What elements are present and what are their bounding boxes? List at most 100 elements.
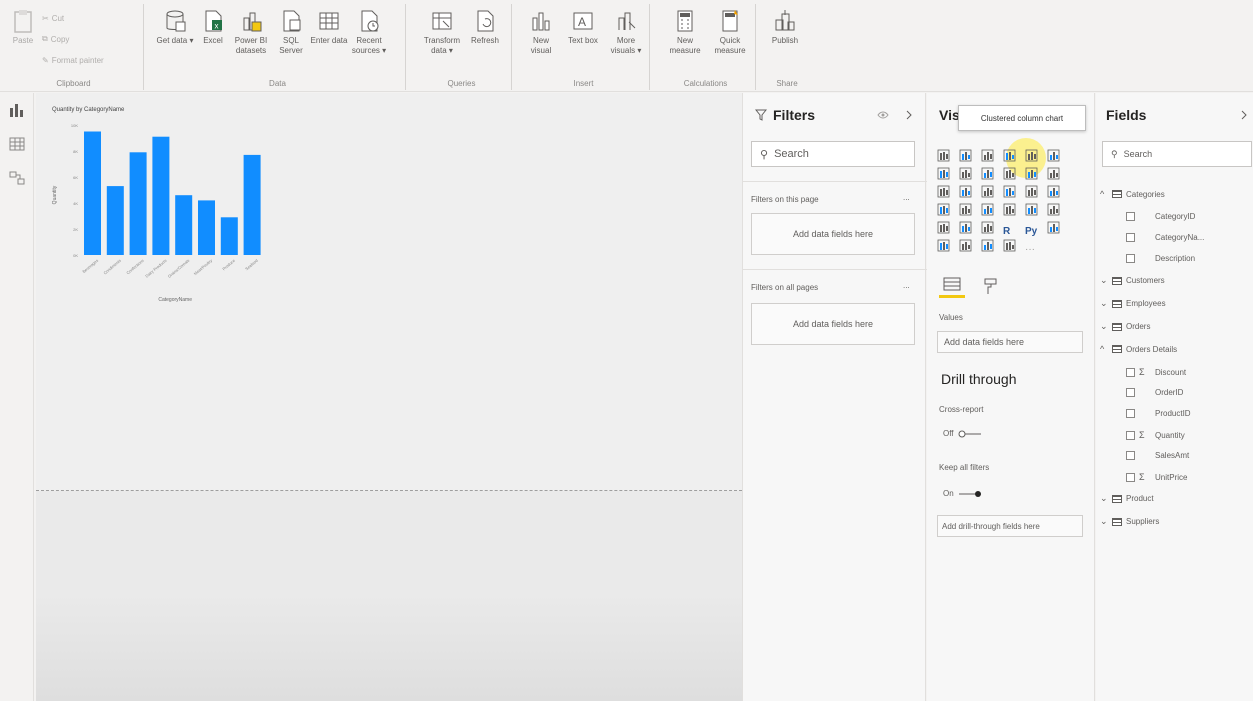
field-column-item[interactable]: OrderID bbox=[1126, 388, 1183, 397]
data-view-icon[interactable] bbox=[9, 137, 25, 151]
filled-map-icon[interactable] bbox=[959, 203, 972, 216]
funnel-chart-icon[interactable] bbox=[959, 185, 972, 198]
publish-button[interactable]: Publish bbox=[766, 8, 804, 46]
sql-server-button[interactable]: SQL Server bbox=[272, 8, 310, 56]
excel-button[interactable]: x Excel bbox=[194, 8, 232, 46]
r-visual-icon[interactable]: R bbox=[1003, 221, 1016, 237]
field-column-item[interactable]: Σ Discount bbox=[1126, 367, 1186, 377]
report-canvas[interactable]: Quantity by CategoryName Quantity 10K 8K 6K… bbox=[36, 93, 742, 701]
field-column-item[interactable]: ProductID bbox=[1126, 409, 1191, 418]
smart-narrative-icon[interactable] bbox=[981, 239, 994, 252]
keep-all-filters-toggle[interactable]: On bbox=[943, 489, 982, 498]
filters-all-pages-dropzone[interactable]: Add data fields here bbox=[751, 303, 915, 345]
stacked-area-chart-icon[interactable] bbox=[981, 167, 994, 180]
report-page[interactable]: Quantity by CategoryName Quantity 10K 8K 6K… bbox=[36, 93, 742, 491]
waterfall-chart-icon[interactable] bbox=[937, 185, 950, 198]
filters-all-pages-more[interactable]: ... bbox=[903, 281, 910, 290]
field-table-suppliers[interactable]: ⌄ Suppliers bbox=[1100, 516, 1159, 527]
chart-bar bbox=[175, 195, 193, 255]
power-bi-datasets-button[interactable]: Power BI datasets bbox=[232, 8, 270, 56]
multi-row-card-icon[interactable] bbox=[1025, 203, 1038, 216]
field-column-item[interactable]: CategoryID bbox=[1126, 212, 1195, 221]
field-checkbox[interactable] bbox=[1126, 388, 1135, 397]
field-checkbox[interactable] bbox=[1126, 254, 1135, 263]
100-stacked-bar-chart-icon[interactable] bbox=[1025, 149, 1038, 162]
stacked-bar-chart-icon[interactable] bbox=[937, 149, 950, 162]
cut-button[interactable]: ✂ Cut bbox=[42, 14, 64, 23]
map-icon[interactable] bbox=[937, 203, 950, 216]
field-column-item[interactable]: SalesAmt bbox=[1126, 451, 1189, 460]
text-box-button[interactable]: A Text box bbox=[564, 8, 602, 46]
field-checkbox[interactable] bbox=[1126, 430, 1135, 440]
report-view-icon[interactable] bbox=[9, 103, 25, 117]
field-checkbox[interactable] bbox=[1126, 409, 1135, 418]
qa-icon[interactable] bbox=[959, 239, 972, 252]
kpi-icon[interactable] bbox=[1047, 203, 1060, 216]
paginated-report-icon[interactable] bbox=[1003, 239, 1016, 252]
field-table-product[interactable]: ⌄ Product bbox=[1100, 493, 1154, 504]
pie-chart-icon[interactable] bbox=[1003, 185, 1016, 198]
clustered-bar-chart-icon[interactable] bbox=[981, 149, 994, 162]
field-column-item[interactable]: CategoryNa... bbox=[1126, 233, 1204, 242]
donut-chart-icon[interactable] bbox=[1025, 185, 1038, 198]
get-data-button[interactable]: Get data ▾ bbox=[156, 8, 194, 46]
table-visual-icon[interactable] bbox=[959, 221, 972, 234]
area-chart-icon[interactable] bbox=[959, 167, 972, 180]
decomposition-tree-icon[interactable] bbox=[937, 239, 950, 252]
filters-search-input[interactable]: ⚲ Search bbox=[751, 141, 915, 167]
quick-measure-button[interactable]: Quick measure bbox=[708, 8, 752, 56]
more-visuals-button[interactable]: More visuals ▾ bbox=[604, 8, 648, 56]
fields-tab-icon[interactable] bbox=[943, 277, 961, 293]
fields-search-input[interactable]: ⚲ Search bbox=[1102, 141, 1252, 167]
field-column-item[interactable]: Description bbox=[1126, 254, 1195, 263]
line-stacked-column-icon[interactable] bbox=[1025, 167, 1038, 180]
transform-data-button[interactable]: Transform data ▾ bbox=[420, 8, 464, 56]
more-visuals-icon[interactable]: ··· bbox=[1025, 239, 1038, 255]
format-painter-button[interactable]: ✎ Format painter bbox=[42, 56, 104, 65]
eye-icon[interactable] bbox=[877, 111, 889, 119]
model-view-icon[interactable] bbox=[9, 171, 25, 185]
line-clustered-column-icon[interactable] bbox=[1003, 167, 1016, 180]
field-column-item[interactable]: Σ UnitPrice bbox=[1126, 472, 1187, 482]
matrix-icon[interactable] bbox=[981, 221, 994, 234]
field-column-item[interactable]: Σ Quantity bbox=[1126, 430, 1185, 440]
enter-data-button[interactable]: Enter data bbox=[310, 8, 348, 46]
format-paint-roller-icon[interactable] bbox=[983, 277, 999, 295]
line-chart-icon[interactable] bbox=[937, 167, 950, 180]
field-checkbox[interactable] bbox=[1126, 212, 1135, 221]
field-table-customers[interactable]: ⌄ Customers bbox=[1100, 275, 1165, 286]
paste-button[interactable]: Paste bbox=[4, 8, 42, 46]
filters-on-page-more[interactable]: ... bbox=[903, 193, 910, 202]
field-table-categories[interactable]: ^ Categories bbox=[1100, 189, 1165, 199]
clustered-column-chart-icon[interactable] bbox=[1003, 149, 1016, 162]
slicer-icon[interactable] bbox=[937, 221, 950, 234]
gauge-icon[interactable] bbox=[981, 203, 994, 216]
field-checkbox[interactable] bbox=[1126, 233, 1135, 242]
clustered-column-chart[interactable]: Quantity 10K 8K 6K 4K 2K 0KBeverages Condiments… bbox=[50, 115, 310, 311]
field-table-employees[interactable]: ⌄ Employees bbox=[1100, 298, 1166, 309]
scatter-chart-icon[interactable] bbox=[981, 185, 994, 198]
cross-report-toggle[interactable]: Off bbox=[943, 429, 982, 438]
new-measure-button[interactable]: New measure bbox=[664, 8, 706, 56]
collapse-chevron-icon[interactable] bbox=[1240, 110, 1248, 120]
recent-sources-button[interactable]: Recent sources ▾ bbox=[350, 8, 388, 56]
ribbon-chart-icon[interactable] bbox=[1047, 167, 1060, 180]
key-influencers-icon[interactable] bbox=[1047, 221, 1060, 234]
100-stacked-column-chart-icon[interactable] bbox=[1047, 149, 1060, 162]
copy-button[interactable]: ⧉ Copy bbox=[42, 34, 69, 44]
filters-on-page-dropzone[interactable]: Add data fields here bbox=[751, 213, 915, 255]
field-checkbox[interactable] bbox=[1126, 367, 1135, 377]
stacked-column-chart-icon[interactable] bbox=[959, 149, 972, 162]
drill-through-dropzone[interactable]: Add drill-through fields here bbox=[937, 515, 1083, 537]
treemap-icon[interactable] bbox=[1047, 185, 1060, 198]
field-table-orders-details[interactable]: ^ Orders Details bbox=[1100, 344, 1177, 354]
field-checkbox[interactable] bbox=[1126, 472, 1135, 482]
card-icon[interactable] bbox=[1003, 203, 1016, 216]
refresh-button[interactable]: Refresh bbox=[466, 8, 504, 46]
python-visual-icon[interactable]: Py bbox=[1025, 221, 1038, 237]
collapse-chevron-icon[interactable] bbox=[905, 110, 913, 120]
field-table-orders[interactable]: ⌄ Orders bbox=[1100, 321, 1150, 332]
field-checkbox[interactable] bbox=[1126, 451, 1135, 460]
values-dropzone[interactable]: Add data fields here bbox=[937, 331, 1083, 353]
new-visual-button[interactable]: New visual bbox=[522, 8, 560, 56]
